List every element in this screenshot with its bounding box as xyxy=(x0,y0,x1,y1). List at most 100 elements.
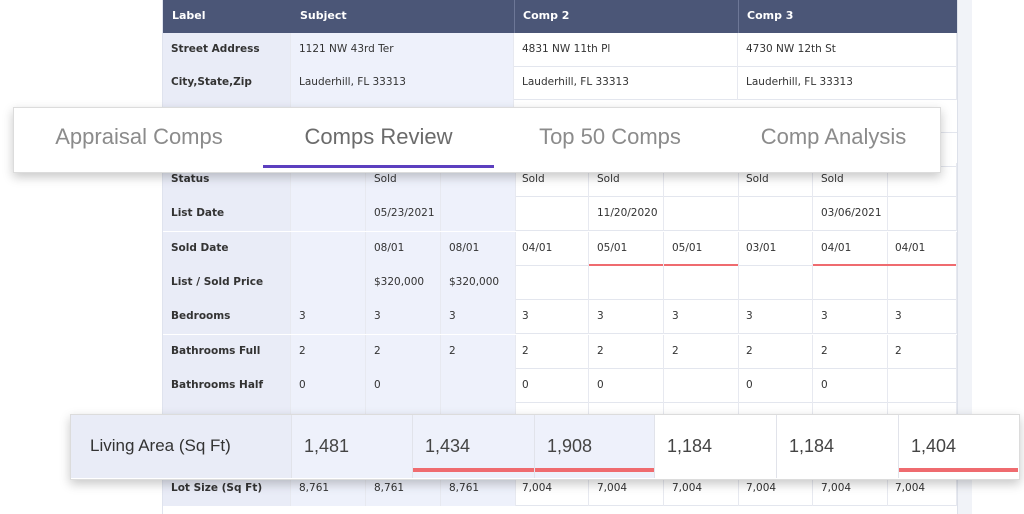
living-area-value-text: 1,404 xyxy=(911,436,957,456)
cell-value: 2 xyxy=(299,344,306,357)
table-row: List Date 05/23/2021 11/20/2020 03/06/2021 xyxy=(163,197,971,232)
table-cell: 2 xyxy=(589,334,664,369)
living-area-value: 1,434 xyxy=(412,415,534,478)
table-cell: 04/01 xyxy=(813,231,888,266)
comp3-value: Lauderhill, FL 33313 xyxy=(738,66,957,100)
table-cell xyxy=(514,197,589,232)
table-cell: 0 xyxy=(291,368,366,403)
table-cell: 05/01 xyxy=(664,231,739,266)
table-cell: 04/01 xyxy=(514,231,589,266)
table-cell: $320,000 xyxy=(441,265,516,300)
table-cell: 0 xyxy=(514,368,589,403)
cell-value: 0 xyxy=(374,378,381,391)
tab-appraisal-comps[interactable]: Appraisal Comps xyxy=(32,108,246,168)
table-cell xyxy=(514,265,589,300)
cell-value: 7,004 xyxy=(821,481,852,494)
cell-value: 05/23/2021 xyxy=(374,207,435,220)
table-cell xyxy=(887,368,957,403)
table-cell: 3 xyxy=(291,300,366,335)
cell-value: 7,004 xyxy=(895,481,926,494)
table-cell: 0 xyxy=(366,368,441,403)
cell-value: 04/01 xyxy=(821,241,852,254)
cell-value: 08/01 xyxy=(374,241,405,254)
table-row: Bathrooms Full 2 2 2 2 2 2 2 2 2 xyxy=(163,334,971,369)
table-cell: 08/01 xyxy=(441,231,516,266)
cell-value: 3 xyxy=(449,310,456,323)
cell-value: Sold xyxy=(522,173,545,185)
cell-value: 3 xyxy=(821,310,828,323)
living-area-value-text: 1,908 xyxy=(547,436,593,456)
cell-value: 7,004 xyxy=(522,481,553,494)
cell-value: Sold xyxy=(597,173,620,185)
table-cell: 0 xyxy=(589,368,664,403)
tab-comp-analysis[interactable]: Comp Analysis xyxy=(727,108,940,168)
table-cell: 2 xyxy=(514,334,589,369)
cell-value: 03/06/2021 xyxy=(821,207,882,220)
table-cell: 2 xyxy=(366,334,441,369)
table-cell: 03/01 xyxy=(738,231,813,266)
table-cell xyxy=(441,197,516,232)
cell-value: 3 xyxy=(672,310,679,323)
table-cell: 3 xyxy=(887,300,957,335)
row-label: Bathrooms Full xyxy=(163,334,291,369)
active-tab-indicator xyxy=(263,165,494,168)
living-area-value: 1,481 xyxy=(291,415,412,478)
table-row: City,State,Zip Lauderhill, FL 33313 Laud… xyxy=(163,66,971,100)
table-row: List / Sold Price $320,000 $320,000 xyxy=(163,265,971,300)
cell-value: 2 xyxy=(374,344,381,357)
cell-value: 2 xyxy=(449,344,456,357)
cell-value: 8,761 xyxy=(299,481,330,494)
table-cell xyxy=(441,368,516,403)
cell-value: 0 xyxy=(522,378,529,391)
cell-value: 3 xyxy=(522,310,529,323)
table-cell xyxy=(291,231,366,266)
table-cell: 0 xyxy=(738,368,813,403)
table-cell xyxy=(664,197,739,232)
table-cell: 3 xyxy=(589,300,664,335)
cell-value: 05/01 xyxy=(672,241,703,254)
cell-value: Sold xyxy=(746,173,769,185)
cell-value: 0 xyxy=(597,378,604,391)
row-label: Bedrooms xyxy=(163,300,291,335)
living-area-value-text: 1,434 xyxy=(425,436,471,456)
cell-value: 0 xyxy=(299,378,306,391)
cell-value: 04/01 xyxy=(522,241,553,254)
header-subject: Subject xyxy=(300,9,347,22)
living-area-value: 1,184 xyxy=(654,415,776,478)
cell-value: 05/01 xyxy=(597,241,628,254)
table-cell xyxy=(887,197,957,232)
row-label: City,State,Zip xyxy=(163,66,291,100)
table-row: Sold Date 08/01 08/01 04/01 05/01 05/01 03/01 0… xyxy=(163,231,971,266)
comp2-value: Lauderhill, FL 33313 xyxy=(514,66,738,100)
living-area-value: 1,404 xyxy=(898,415,1018,478)
subject-value: Lauderhill, FL 33313 xyxy=(291,66,514,100)
tab-top-50-comps[interactable]: Top 50 Comps xyxy=(507,108,713,168)
highlight-underline xyxy=(413,468,534,472)
cell-value: 8,761 xyxy=(374,481,405,494)
cell-value: 8,761 xyxy=(449,481,480,494)
table-cell: 3 xyxy=(366,300,441,335)
table-row: Bedrooms 3 3 3 3 3 3 3 3 3 xyxy=(163,300,971,335)
table-cell: 2 xyxy=(664,334,739,369)
grid-header: Label Subject Comp 2 Comp 3 xyxy=(163,0,971,33)
table-cell: 04/01 xyxy=(887,231,957,266)
living-area-value: 1,908 xyxy=(534,415,654,478)
cell-value: 2 xyxy=(895,344,902,357)
table-cell: 05/01 xyxy=(589,231,664,266)
table-cell xyxy=(813,265,888,300)
table-cell: 2 xyxy=(738,334,813,369)
header-comp3: Comp 3 xyxy=(747,9,794,22)
table-cell xyxy=(738,265,813,300)
table-cell: 3 xyxy=(738,300,813,335)
cell-value: 3 xyxy=(299,310,306,323)
table-cell: 11/20/2020 xyxy=(589,197,664,232)
header-label: Label xyxy=(172,9,206,22)
tab-comps-review[interactable]: Comps Review xyxy=(263,108,494,168)
cell-value: 7,004 xyxy=(746,481,777,494)
cell-value: $320,000 xyxy=(374,275,425,288)
highlight-underline xyxy=(535,468,654,472)
row-label: List Date xyxy=(163,197,291,232)
living-area-highlight: Living Area (Sq Ft) 1,481 1,434 1,908 1,… xyxy=(70,414,1020,480)
row-label: Street Address xyxy=(163,33,291,67)
table-cell xyxy=(291,197,366,232)
